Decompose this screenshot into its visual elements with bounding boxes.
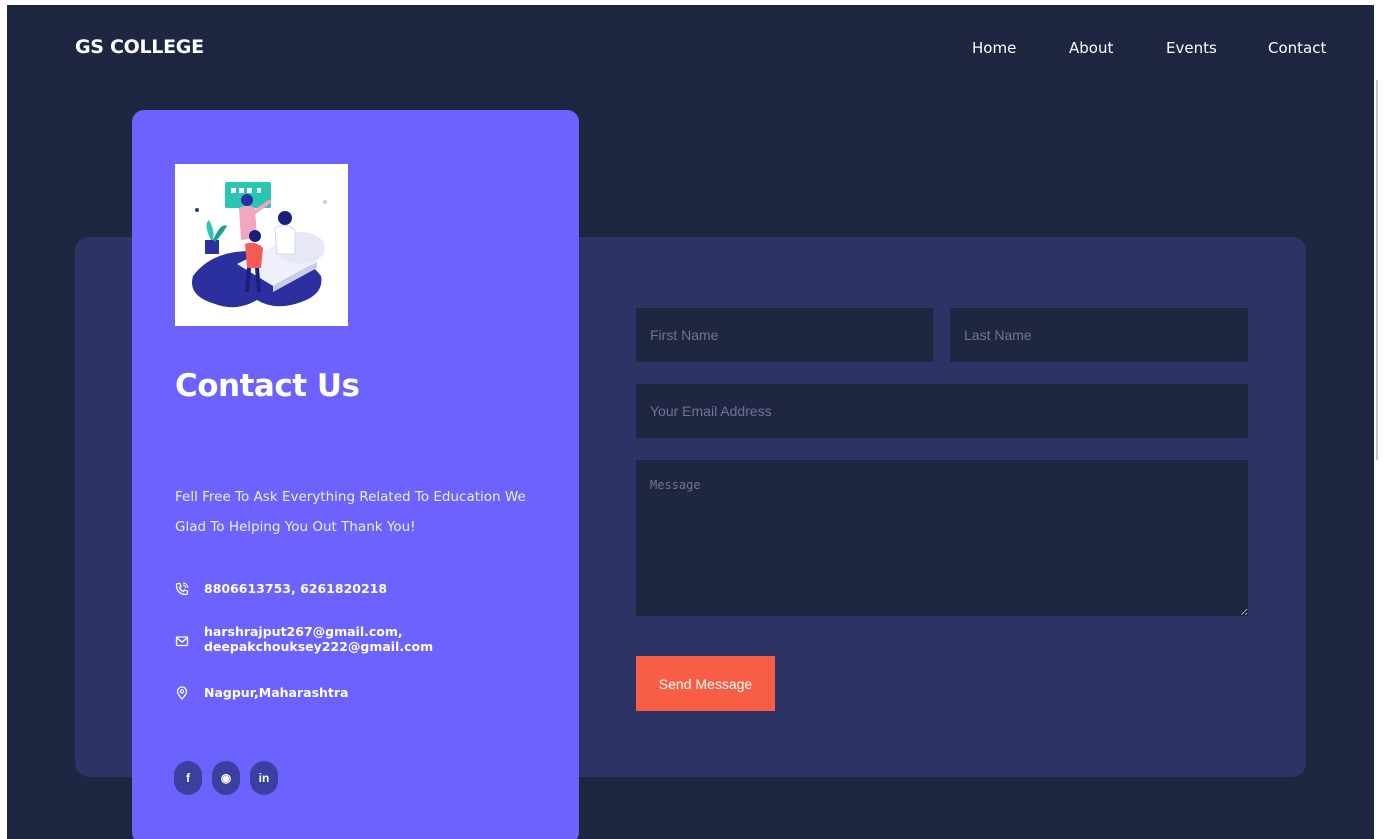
education-illustration — [175, 164, 348, 326]
location-text: Nagpur,Maharashtra — [204, 685, 349, 700]
phone-icon — [175, 582, 189, 596]
nav-events[interactable]: Events — [1166, 39, 1217, 57]
email-line-2: deepakchouksey222@gmail.com — [204, 639, 434, 654]
facebook-icon[interactable]: f — [174, 761, 202, 795]
social-links: f ◉ in — [174, 761, 278, 795]
contact-description: Fell Free To Ask Everything Related To E… — [175, 489, 526, 535]
nav-contact[interactable]: Contact — [1268, 39, 1326, 57]
nav-home[interactable]: Home — [972, 39, 1016, 57]
message-textarea[interactable] — [636, 460, 1248, 616]
contact-info-card: Contact Us Fell Free To Ask Everything R… — [132, 110, 579, 839]
contact-title: Contact Us — [175, 368, 360, 404]
email-row: harshrajput267@gmail.com, deepakchouksey… — [175, 624, 433, 654]
first-name-input[interactable] — [636, 308, 933, 362]
location-pin-icon — [175, 686, 189, 700]
email-input[interactable] — [636, 384, 1248, 438]
contact-page: GS COLLEGE Home About Events Contact Con… — [7, 5, 1374, 839]
scrollbar-thumb[interactable] — [1376, 80, 1378, 460]
email-text[interactable]: harshrajput267@gmail.com, deepakchouksey… — [204, 624, 433, 654]
send-message-button[interactable]: Send Message — [636, 656, 775, 711]
nav-about[interactable]: About — [1069, 39, 1113, 57]
email-line-1: harshrajput267@gmail.com, — [204, 624, 403, 639]
location-row: Nagpur,Maharashtra — [175, 685, 349, 700]
phone-text: 8806613753, 6261820218 — [204, 581, 388, 596]
instagram-icon[interactable]: ◉ — [212, 761, 240, 795]
last-name-input[interactable] — [950, 308, 1248, 362]
main-nav: Home About Events Contact — [7, 39, 1374, 63]
phone-row: 8806613753, 6261820218 — [175, 581, 387, 596]
linkedin-icon[interactable]: in — [250, 761, 278, 795]
mail-icon — [175, 634, 189, 648]
